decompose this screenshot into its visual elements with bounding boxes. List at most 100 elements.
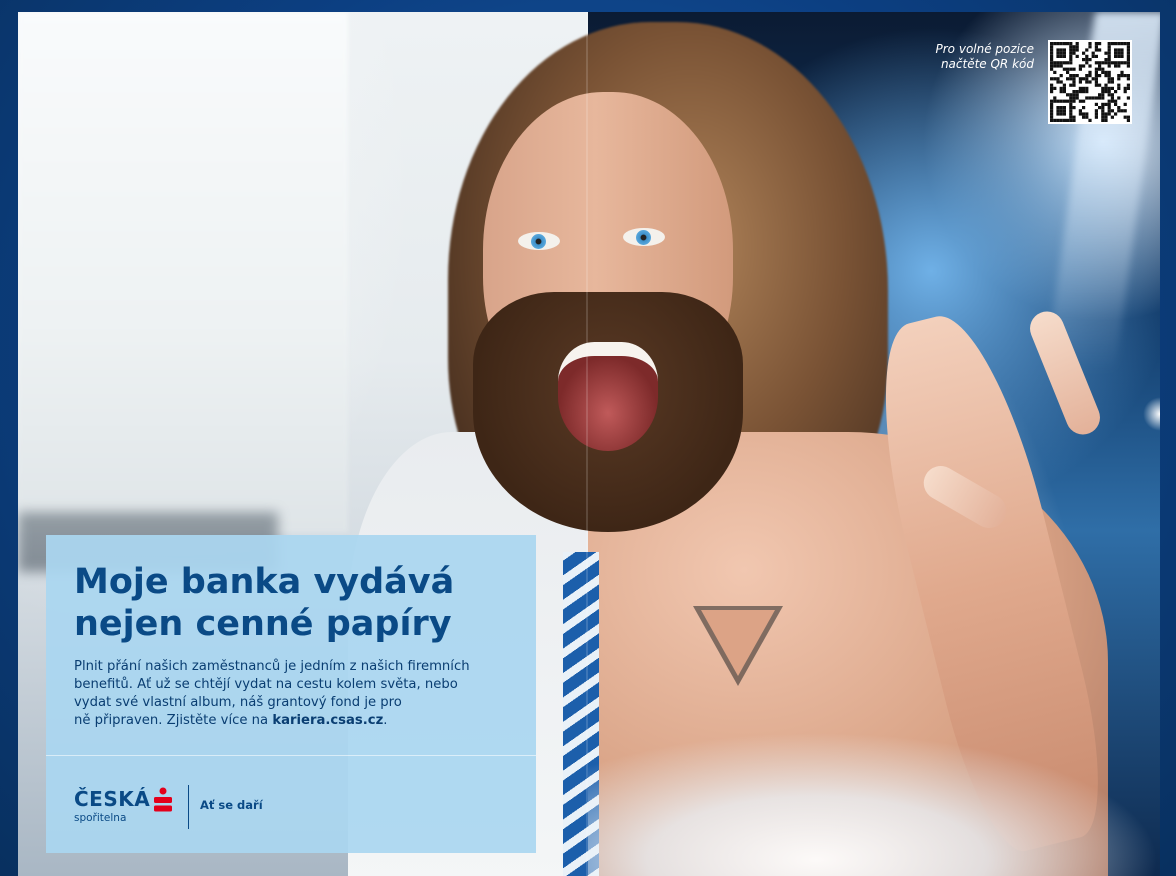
qr-module	[1094, 115, 1098, 119]
qr-module	[1126, 118, 1130, 122]
qr-module	[1069, 61, 1073, 65]
qr-module	[1104, 102, 1108, 106]
qr-module	[1053, 70, 1057, 74]
qr-module	[1075, 48, 1079, 52]
qr-code-icon[interactable]	[1048, 40, 1132, 124]
qr-module	[1120, 109, 1124, 113]
qr-module	[1123, 74, 1127, 78]
qr-module	[1069, 83, 1073, 87]
qr-module	[1069, 112, 1073, 116]
brand-separator	[188, 785, 189, 829]
split-divider	[586, 12, 588, 876]
open-mouth	[558, 342, 658, 451]
qr-module	[1062, 86, 1066, 90]
qr-module	[1101, 61, 1105, 65]
qr-module	[1123, 102, 1127, 106]
qr-module	[1104, 58, 1108, 62]
qr-module	[1078, 64, 1082, 68]
qr-module	[1107, 112, 1111, 116]
qr-module	[1056, 99, 1060, 103]
qr-module	[1120, 70, 1124, 74]
qr-caption: Pro volné pozice načtěte QR kód	[834, 42, 1034, 72]
qr-module	[1078, 109, 1082, 113]
qr-module	[1059, 106, 1063, 110]
qr-module	[1059, 48, 1063, 52]
qr-module	[1078, 67, 1082, 71]
career-link[interactable]: kariera.csas.cz	[272, 713, 383, 728]
qr-module	[1104, 70, 1108, 74]
qr-module	[1126, 48, 1130, 52]
qr-module	[1062, 48, 1066, 52]
qr-module	[1110, 115, 1114, 119]
qr-module	[1069, 67, 1073, 71]
headline-line: nejen cenné papíry	[74, 604, 452, 644]
qr-module	[1088, 96, 1092, 100]
qr-module	[1082, 90, 1086, 94]
qr-module	[1110, 96, 1114, 100]
qr-module	[1117, 83, 1121, 87]
qr-module	[1050, 112, 1054, 116]
qr-module	[1059, 99, 1063, 103]
qr-module	[1098, 67, 1102, 71]
qr-module	[1117, 48, 1121, 52]
qr-module	[1107, 61, 1111, 65]
qr-module	[1059, 109, 1063, 113]
qr-module	[1117, 86, 1121, 90]
qr-module	[1066, 93, 1070, 97]
qr-module	[1091, 77, 1095, 81]
qr-module	[1072, 74, 1076, 78]
qr-module	[1069, 102, 1073, 106]
qr-module	[1117, 61, 1121, 65]
qr-module	[1062, 61, 1066, 65]
qr-module	[1094, 42, 1098, 46]
qr-module	[1088, 45, 1092, 49]
qr-module	[1094, 67, 1098, 71]
qr-module	[1072, 118, 1076, 122]
qr-module	[1091, 51, 1095, 55]
qr-module	[1110, 109, 1114, 113]
qr-module	[1085, 74, 1089, 78]
brand-name: ČESKÁ	[74, 787, 151, 811]
qr-module	[1072, 48, 1076, 52]
qr-module	[1123, 42, 1127, 46]
qr-module	[1094, 45, 1098, 49]
qr-module	[1072, 99, 1076, 103]
qr-module	[1107, 90, 1111, 94]
qr-module	[1050, 83, 1054, 87]
qr-module	[1126, 45, 1130, 49]
qr-module	[1062, 51, 1066, 55]
qr-module	[1059, 61, 1063, 65]
qr-module	[1088, 42, 1092, 46]
qr-module	[1072, 80, 1076, 84]
qr-module	[1075, 74, 1079, 78]
triangle-tattoo	[693, 606, 783, 686]
qr-module	[1120, 51, 1124, 55]
qr-module	[1056, 112, 1060, 116]
qr-module	[1101, 102, 1105, 106]
qr-module	[1059, 86, 1063, 90]
qr-module	[1117, 77, 1121, 81]
qr-module	[1078, 90, 1082, 94]
qr-module	[1107, 54, 1111, 58]
stage-light	[1143, 397, 1160, 431]
qr-module	[1101, 67, 1105, 71]
qr-module	[1075, 90, 1079, 94]
qr-module	[1056, 48, 1060, 52]
qr-module	[1110, 86, 1114, 90]
qr-module	[1126, 42, 1130, 46]
qr-module	[1101, 70, 1105, 74]
qr-module	[1082, 99, 1086, 103]
qr-module	[1107, 48, 1111, 52]
qr-module	[1114, 112, 1118, 116]
qr-module	[1101, 106, 1105, 110]
qr-module	[1107, 80, 1111, 84]
qr-module	[1098, 42, 1102, 46]
qr-module	[1072, 115, 1076, 119]
qr-module	[1050, 99, 1054, 103]
qr-module	[1056, 77, 1060, 81]
qr-module	[1050, 77, 1054, 81]
qr-module	[1062, 112, 1066, 116]
qr-module	[1050, 102, 1054, 106]
qr-module	[1117, 54, 1121, 58]
qr-module	[1066, 118, 1070, 122]
